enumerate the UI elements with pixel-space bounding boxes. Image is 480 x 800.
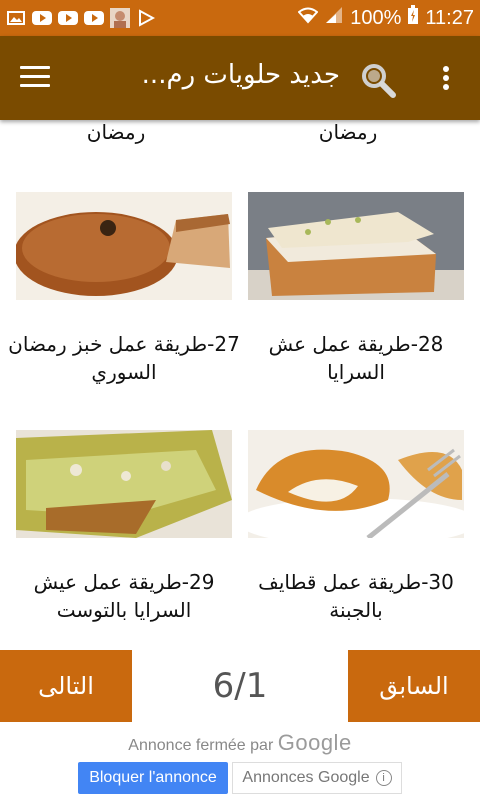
play-store-icon — [136, 9, 156, 27]
menu-icon[interactable] — [20, 66, 50, 90]
list-item-caption: 30-طريقة عمل قطايف بالجبنة — [258, 570, 454, 622]
bread-photo — [14, 192, 232, 300]
overflow-menu-icon[interactable] — [436, 66, 456, 96]
list-item-caption: 29-طريقة عمل عيش السرايا بالتوست — [33, 570, 215, 622]
google-ads-button[interactable]: Annonces Google i — [232, 762, 402, 794]
search-icon[interactable] — [358, 60, 398, 100]
app-bar: جديد حلويات رم... — [0, 36, 480, 120]
signal-icon — [324, 6, 344, 30]
notification-icons — [6, 8, 156, 28]
ad-closed-text: Annonce fermée par — [128, 737, 274, 754]
clock: 11:27 — [425, 6, 474, 29]
list-item[interactable]: 29-طريقة عمل عيش السرايا بالتوست — [8, 430, 240, 650]
wifi-icon — [297, 6, 319, 30]
qatayef-photo — [238, 430, 478, 546]
google-ads-label: Annonces Google — [242, 769, 370, 786]
youtube-icon — [84, 10, 104, 26]
status-bar: 100% 11:27 — [0, 0, 480, 36]
youtube-icon — [58, 10, 78, 26]
list-item-caption: رمضان — [318, 120, 378, 144]
battery-charging-icon — [407, 5, 419, 31]
list-item-caption: 28-طريقة عمل عش السرايا — [268, 332, 444, 384]
youtube-icon — [32, 10, 52, 26]
cake-slice-photo — [248, 192, 464, 300]
ad-closed-message: Annonce fermée par Google — [0, 730, 480, 756]
page-indicator: 6/1 — [212, 666, 268, 706]
recipe-grid: رمضان رمضان 28-طريقة عمل عش السرايا 27-ط… — [0, 120, 480, 650]
ad-banner: Annonce fermée par Google Bloquer l'anno… — [0, 724, 480, 800]
info-icon: i — [375, 770, 392, 786]
list-item-caption: رمضان — [86, 120, 146, 144]
battery-percent: 100% — [350, 6, 402, 29]
list-item-caption: 27-طريقة عمل خبز رمضان السوري — [8, 332, 240, 384]
list-item[interactable]: 27-طريقة عمل خبز رمضان السوري — [8, 192, 240, 432]
contact-avatar-icon — [110, 8, 130, 28]
pagination-bar: التالى 6/1 السابق — [0, 650, 480, 724]
next-button[interactable]: التالى — [0, 650, 132, 722]
page-title: جديد حلويات رم... — [141, 60, 340, 90]
block-ad-button[interactable]: Bloquer l'annonce — [78, 762, 228, 794]
google-logo: Google — [277, 730, 352, 755]
pistachio-dessert-photo — [16, 430, 232, 538]
gallery-icon — [6, 10, 26, 26]
system-status: 100% 11:27 — [297, 5, 474, 31]
list-item[interactable]: 30-طريقة عمل قطايف بالجبنة — [238, 430, 478, 650]
list-item[interactable]: 28-طريقة عمل عش السرايا — [240, 192, 472, 432]
previous-button[interactable]: السابق — [348, 650, 480, 722]
